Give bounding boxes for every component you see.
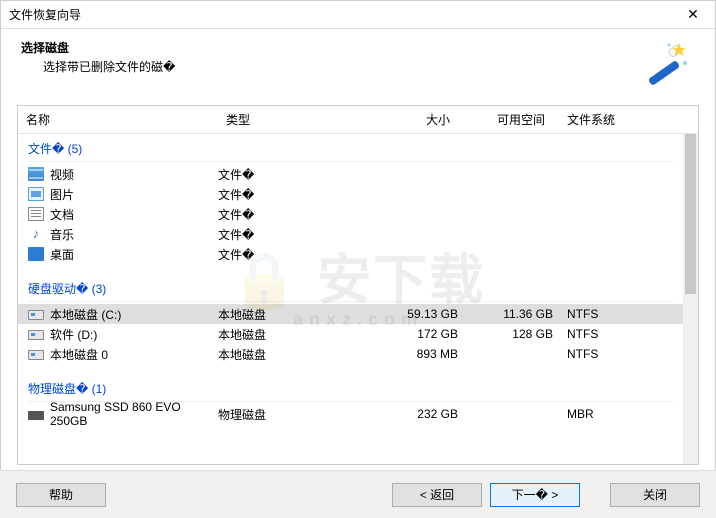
row-free: 11.36 GB — [458, 307, 553, 321]
desk-icon — [28, 247, 44, 261]
col-name[interactable]: 名称 — [18, 111, 218, 128]
row-free: 128 GB — [458, 327, 553, 341]
row-name: 本地磁盘 (C:) — [50, 306, 121, 323]
disk-list-panel: 名称 类型 大小 可用空间 文件系统 文件� (5)视频文件�图片文件�文档文件… — [17, 105, 699, 465]
row-type: 文件� — [218, 226, 368, 243]
row-name: 本地磁盘 0 — [50, 346, 108, 363]
row-name: 音乐 — [50, 226, 74, 243]
disk-icon — [28, 310, 44, 320]
back-button[interactable]: < 返回 — [392, 483, 482, 507]
help-button[interactable]: 帮助 — [16, 483, 106, 507]
titlebar: 文件恢复向导 ✕ — [1, 1, 715, 29]
table-row[interactable]: 本地磁盘 (C:) 本地磁盘59.13 GB11.36 GBNTFS — [18, 304, 683, 324]
header-title: 选择磁盘 — [21, 39, 635, 56]
row-size: 893 MB — [368, 347, 458, 361]
table-row[interactable]: 视频 文件� — [18, 164, 683, 184]
table-row[interactable]: 本地磁盘 0 本地磁盘893 MB NTFS — [18, 344, 683, 364]
row-type: 文件� — [218, 166, 368, 183]
row-size: 59.13 GB — [368, 307, 458, 321]
row-type: 本地磁盘 — [218, 346, 368, 363]
wizard-header: 选择磁盘 选择带已删除文件的磁� — [1, 29, 715, 97]
row-type: 文件� — [218, 186, 368, 203]
row-type: 文件� — [218, 206, 368, 223]
row-size: 232 GB — [368, 407, 458, 421]
row-name: Samsung SSD 860 EVO 250GB — [50, 400, 218, 428]
table-header: 名称 类型 大小 可用空间 文件系统 — [18, 106, 698, 134]
row-name: 视频 — [50, 166, 74, 183]
group-header[interactable]: 文件� (5) — [18, 134, 683, 161]
col-type[interactable]: 类型 — [218, 111, 368, 128]
video-icon — [28, 167, 44, 181]
row-name: 软件 (D:) — [50, 326, 97, 343]
img-icon — [28, 187, 44, 201]
row-size: 172 GB — [368, 327, 458, 341]
row-type: 本地磁盘 — [218, 306, 368, 323]
col-size[interactable]: 大小 — [368, 111, 458, 128]
row-type: 文件� — [218, 246, 368, 263]
row-fs: NTFS — [553, 327, 643, 341]
wizard-wand-icon — [635, 39, 691, 87]
row-name: 文档 — [50, 206, 74, 223]
pdisk-icon — [28, 411, 44, 420]
group-header[interactable]: 物理磁盘� (1) — [18, 374, 683, 401]
col-free[interactable]: 可用空间 — [458, 111, 553, 128]
table-row[interactable]: 文档 文件� — [18, 204, 683, 224]
scroll-thumb[interactable] — [685, 134, 696, 294]
table-row[interactable]: 软件 (D:) 本地磁盘172 GB128 GBNTFS — [18, 324, 683, 344]
table-row[interactable]: Samsung SSD 860 EVO 250GB物理磁盘232 GBMBR — [18, 404, 683, 424]
close-icon[interactable]: ✕ — [677, 6, 709, 23]
group-header[interactable]: 硬盘驱动� (3) — [18, 274, 683, 301]
music-icon: ♪ — [28, 227, 44, 241]
doc-icon — [28, 207, 44, 221]
row-type: 物理磁盘 — [218, 406, 368, 423]
button-bar: 帮助 < 返回 下一� > 关闭 — [0, 470, 716, 518]
col-fs[interactable]: 文件系统 — [553, 111, 643, 128]
row-fs: NTFS — [553, 347, 643, 361]
row-type: 本地磁盘 — [218, 326, 368, 343]
table-row[interactable]: 图片 文件� — [18, 184, 683, 204]
table-row[interactable]: ♪ 音乐 文件� — [18, 224, 683, 244]
disk-icon — [28, 350, 44, 360]
table-body: 文件� (5)视频文件�图片文件�文档文件�♪音乐文件�桌面文件�硬盘驱动� (… — [18, 134, 698, 464]
row-fs: NTFS — [553, 307, 643, 321]
close-button[interactable]: 关闭 — [610, 483, 700, 507]
window-title: 文件恢复向导 — [9, 6, 677, 23]
row-fs: MBR — [553, 407, 643, 421]
scrollbar[interactable] — [683, 134, 698, 464]
header-subtitle: 选择带已删除文件的磁� — [21, 58, 635, 75]
table-row[interactable]: 桌面 文件� — [18, 244, 683, 264]
disk-icon — [28, 330, 44, 340]
row-name: 图片 — [50, 186, 74, 203]
row-name: 桌面 — [50, 246, 74, 263]
next-button[interactable]: 下一� > — [490, 483, 580, 507]
